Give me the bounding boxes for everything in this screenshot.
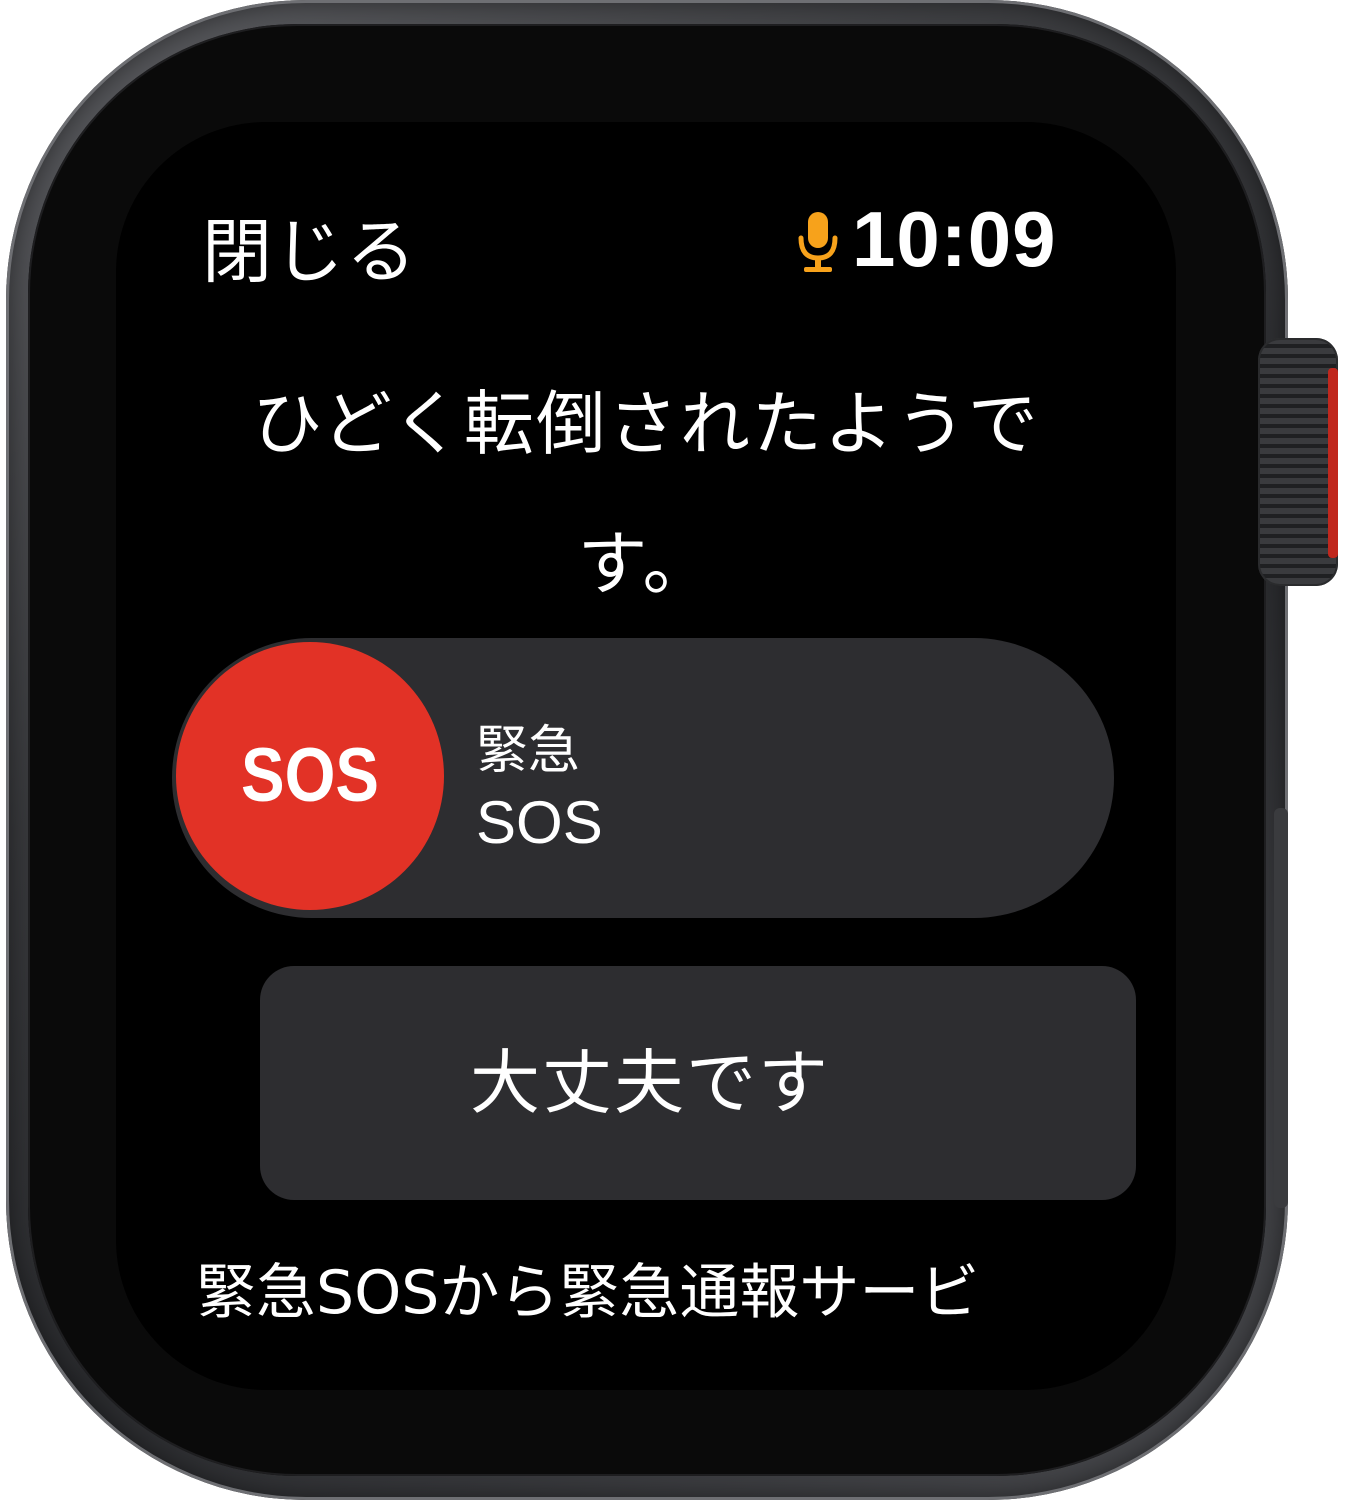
side-button[interactable]: [1274, 808, 1288, 1208]
im-ok-button-label: 大丈夫です: [470, 1042, 830, 1124]
sos-knob-label: SOS: [240, 733, 380, 818]
close-button[interactable]: 閉じる: [202, 196, 418, 297]
watch-screen: 閉じる 10:09 ひどく転倒されたようです。 SOS 緊急 SOS 大丈夫です…: [116, 122, 1176, 1390]
im-ok-button[interactable]: 大丈夫です: [260, 966, 1136, 1200]
emergency-sos-slider[interactable]: SOS 緊急 SOS: [172, 638, 1114, 918]
watch-photo: 閉じる 10:09 ひどく転倒されたようです。 SOS 緊急 SOS 大丈夫です…: [0, 0, 1346, 1500]
digital-crown[interactable]: [1258, 338, 1338, 586]
sos-slider-label-line1: 緊急: [476, 721, 581, 781]
clock-time: 10:09: [852, 195, 1057, 283]
footer-info-text: 緊急SOSから緊急通報サービ: [196, 1258, 980, 1328]
crown-red-ring: [1328, 368, 1338, 558]
microphone-icon: [798, 212, 838, 272]
fall-detected-message: ひどく転倒されたようです。: [252, 383, 1040, 605]
sos-slider-knob[interactable]: SOS: [176, 642, 444, 910]
sos-slider-label-line2: SOS: [476, 789, 603, 856]
